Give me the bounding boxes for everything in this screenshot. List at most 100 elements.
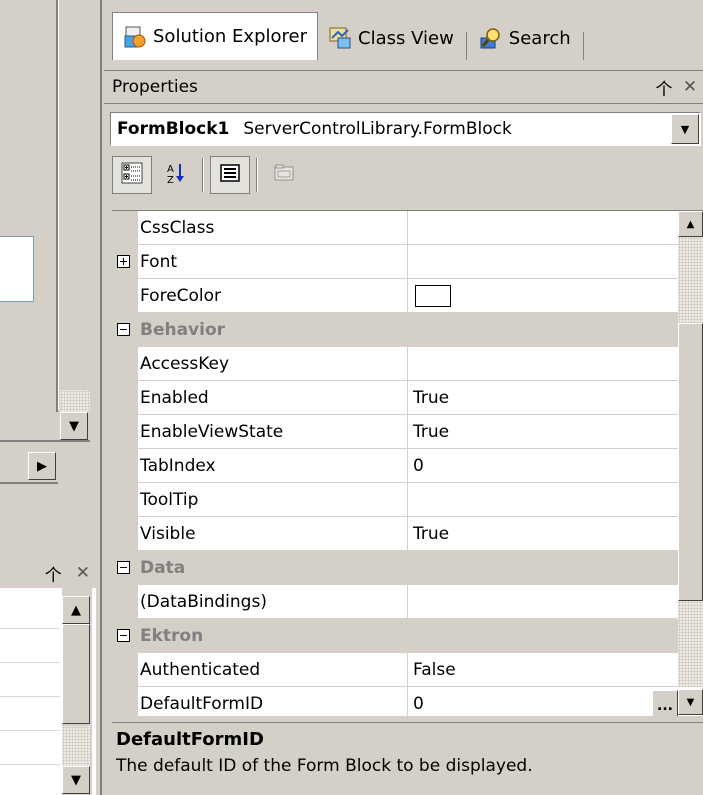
scroll-track[interactable] [678,237,703,323]
tab-class-view[interactable]: Class View [318,16,464,60]
pin-icon[interactable]: 个 [651,75,677,100]
expand-icon[interactable] [117,255,130,268]
property-value[interactable] [408,211,678,245]
property-row[interactable]: Authenticated False [112,653,678,687]
property-row[interactable]: AccessKey [112,347,678,381]
property-value[interactable] [408,483,678,517]
property-pages-icon [273,163,295,187]
left-divider [56,0,58,412]
ellipsis-button[interactable]: ... [652,690,678,716]
properties-titlebar: Properties 个 ✕ [104,70,703,104]
row-gutter [112,619,138,653]
scroll-thumb[interactable] [678,323,703,601]
left-scroll-right-button[interactable]: ▶ [28,452,56,480]
property-name: EnableViewState [138,415,408,449]
property-value[interactable]: 0 ... [408,687,678,716]
properties-toolbar: A Z [112,154,304,196]
close-icon[interactable]: ✕ [677,77,703,97]
category-label: Behavior [140,320,226,340]
row-gutter [112,347,138,381]
properties-icon [219,162,241,188]
row-gutter [112,415,138,449]
property-row[interactable]: (DataBindings) [112,585,678,619]
row-gutter [112,551,138,585]
row-gutter [112,653,138,687]
tab-label: Search [508,27,571,49]
property-name: AccessKey [138,347,408,381]
scroll-up-button[interactable]: ▲ [678,211,703,237]
tab-separator [582,32,584,60]
property-row-selected[interactable]: DefaultFormID 0 ... [112,687,678,716]
property-grid: CssClass Font ForeColor Behavior AccessK… [112,210,703,716]
properties-button[interactable] [210,156,250,194]
list-row-divider [0,628,60,629]
property-pages-button[interactable] [264,156,304,194]
left-lower-scroll-down-button[interactable]: ▼ [62,766,90,794]
left-pane-scrollbar[interactable] [58,0,90,410]
chevron-down-icon[interactable]: ▼ [671,114,699,144]
property-value[interactable] [408,585,678,619]
property-row[interactable]: CssClass [112,211,678,245]
object-selector[interactable]: FormBlock1 ServerControlLibrary.FormBloc… [110,112,701,146]
svg-text:Z: Z [167,175,174,185]
collapse-icon[interactable] [117,323,130,336]
property-grid-scrollbar[interactable]: ▲ ▼ [678,211,703,716]
property-value[interactable]: True [408,415,678,449]
left-lower-scroll-thumb[interactable] [62,624,90,724]
scroll-track[interactable] [678,601,703,687]
category-label: Data [140,558,186,578]
pin-icon[interactable]: 个 [45,561,62,586]
property-name: Visible [138,517,408,551]
scroll-down-button[interactable]: ▼ [678,689,703,715]
close-icon[interactable]: ✕ [76,563,90,583]
property-row[interactable]: TabIndex 0 [112,449,678,483]
property-value[interactable]: True [408,517,678,551]
collapse-icon[interactable] [117,561,130,574]
row-gutter [112,517,138,551]
category-row[interactable]: Behavior [112,313,678,347]
property-row[interactable]: ToolTip [112,483,678,517]
property-name: Enabled [138,381,408,415]
property-value-color[interactable] [408,279,678,313]
tab-separator [465,32,467,60]
category-row[interactable]: Data [112,551,678,585]
left-lower-titlebar: 个 ✕ [0,558,96,588]
left-editor-box[interactable] [0,236,34,302]
left-lower-scrollbar[interactable]: ▲ ▼ [62,588,92,795]
property-row[interactable]: Visible True [112,517,678,551]
left-lower-scroll-up-button[interactable]: ▲ [62,596,90,624]
list-row-divider [0,764,60,765]
left-lower-track [62,726,90,766]
property-name: ForeColor [138,279,408,313]
left-lower-panel: ▲ ▼ [0,588,96,795]
property-name: (DataBindings) [138,585,408,619]
row-gutter [112,211,138,245]
property-value[interactable] [408,347,678,381]
row-gutter [112,483,138,517]
property-row[interactable]: Enabled True [112,381,678,415]
category-label: Ektron [140,626,204,646]
tab-search[interactable]: Search [469,16,581,60]
property-value-text: 0 [413,693,424,714]
toolbar-separator [256,158,258,192]
left-scrollbar-track [60,390,90,412]
row-gutter [112,449,138,483]
panel-title: Properties [112,77,198,97]
property-value[interactable]: True [408,381,678,415]
property-value[interactable]: 0 [408,449,678,483]
property-value[interactable] [408,245,678,279]
row-gutter [112,687,138,716]
categorized-button[interactable] [112,156,152,194]
property-row[interactable]: EnableViewState True [112,415,678,449]
category-row[interactable]: Ektron [112,619,678,653]
toolbar-separator [202,158,204,192]
tab-solution-explorer[interactable]: Solution Explorer [112,12,318,60]
alphabetical-button[interactable]: A Z [156,156,196,194]
alphabetical-icon: A Z [165,161,187,189]
left-divider-h2 [0,482,58,484]
property-row[interactable]: Font [112,245,678,279]
left-scroll-down-button[interactable]: ▼ [60,412,88,440]
property-value[interactable]: False [408,653,678,687]
collapse-icon[interactable] [117,629,130,642]
property-row[interactable]: ForeColor [112,279,678,313]
